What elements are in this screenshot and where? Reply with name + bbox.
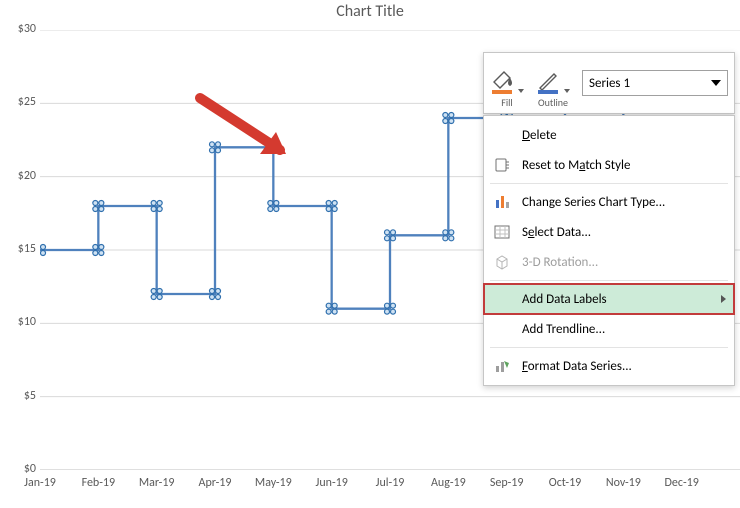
blank-icon — [492, 289, 512, 309]
x-tick-label: Dec-19 — [665, 476, 699, 490]
pen-icon — [536, 68, 560, 96]
menu-item-label: Delete — [522, 128, 557, 143]
y-tick-label: $15 — [2, 242, 36, 256]
menu-separator — [490, 280, 728, 281]
x-tick-label: Jan-19 — [24, 476, 56, 490]
menu-item-reset[interactable]: Reset to Match Style — [484, 150, 734, 180]
x-tick-label: Jul-19 — [376, 476, 405, 490]
series-select-value: Series 1 — [589, 76, 630, 91]
paint-bucket-icon — [490, 68, 514, 96]
reset-icon — [492, 155, 512, 175]
fill-label: Fill — [501, 96, 512, 109]
y-tick-label: $25 — [2, 95, 36, 109]
chevron-down-icon — [518, 89, 524, 93]
x-tick-label: May-19 — [255, 476, 292, 490]
menu-item-delete[interactable]: Delete — [484, 120, 734, 150]
x-tick-label: Mar-19 — [139, 476, 175, 490]
chevron-down-icon — [711, 80, 721, 86]
y-tick-label: $30 — [2, 22, 36, 36]
menu-item-label: Select Data... — [522, 225, 591, 240]
y-tick-label: $20 — [2, 169, 36, 183]
fill-accent-swatch — [492, 90, 512, 94]
menu-separator — [490, 347, 728, 348]
menu-item-rot3d: 3-D Rotation... — [484, 247, 734, 277]
x-tick-label: Aug-19 — [431, 476, 466, 490]
menu-separator — [490, 183, 728, 184]
menu-item-change_type[interactable]: Change Series Chart Type... — [484, 187, 734, 217]
x-tick-label: Sep-19 — [490, 476, 524, 490]
y-tick-label: $10 — [2, 315, 36, 329]
menu-item-label: Add Trendline... — [522, 322, 605, 337]
x-tick-label: Nov-19 — [606, 476, 641, 490]
chart-title: Chart Title — [0, 2, 740, 21]
y-tick-label: $0 — [2, 462, 36, 476]
menu-item-add_trendline[interactable]: Add Trendline... — [484, 314, 734, 344]
menu-item-label: 3-D Rotation... — [522, 255, 598, 270]
x-tick-label: Feb-19 — [82, 476, 115, 490]
fseries-icon — [492, 356, 512, 376]
menu-item-format_series[interactable]: Format Data Series... — [484, 351, 734, 381]
x-tick-label: Apr-19 — [199, 476, 232, 490]
menu-item-label: Change Series Chart Type... — [522, 195, 665, 210]
blank-icon — [492, 125, 512, 145]
bars-icon — [492, 192, 512, 212]
menu-item-label: Add Data Labels — [522, 292, 607, 307]
menu-item-select_data[interactable]: Select Data... — [484, 217, 734, 247]
series-select-dropdown[interactable]: Series 1 — [582, 70, 728, 96]
blank-icon — [492, 319, 512, 339]
table-icon — [492, 222, 512, 242]
fill-dropdown[interactable]: Fill — [484, 53, 530, 113]
chevron-down-icon — [564, 89, 570, 93]
mini-format-toolbar: Fill Outline Series 1 — [483, 52, 735, 114]
outline-label: Outline — [538, 96, 568, 109]
x-tick-label: Jun-19 — [316, 476, 348, 490]
outline-dropdown[interactable]: Outline — [530, 53, 576, 113]
annotation-arrow — [190, 90, 300, 170]
menu-item-label: Reset to Match Style — [522, 158, 630, 173]
cube-icon — [492, 252, 512, 272]
y-tick-label: $5 — [2, 389, 36, 403]
menu-item-label: Format Data Series... — [522, 359, 632, 374]
outline-accent-swatch — [538, 90, 558, 94]
submenu-caret-icon — [721, 295, 726, 303]
x-tick-label: Oct-19 — [549, 476, 582, 490]
context-menu: Delete Reset to Match Style Change Series … — [483, 115, 735, 386]
menu-item-add_labels[interactable]: Add Data Labels — [484, 284, 734, 314]
